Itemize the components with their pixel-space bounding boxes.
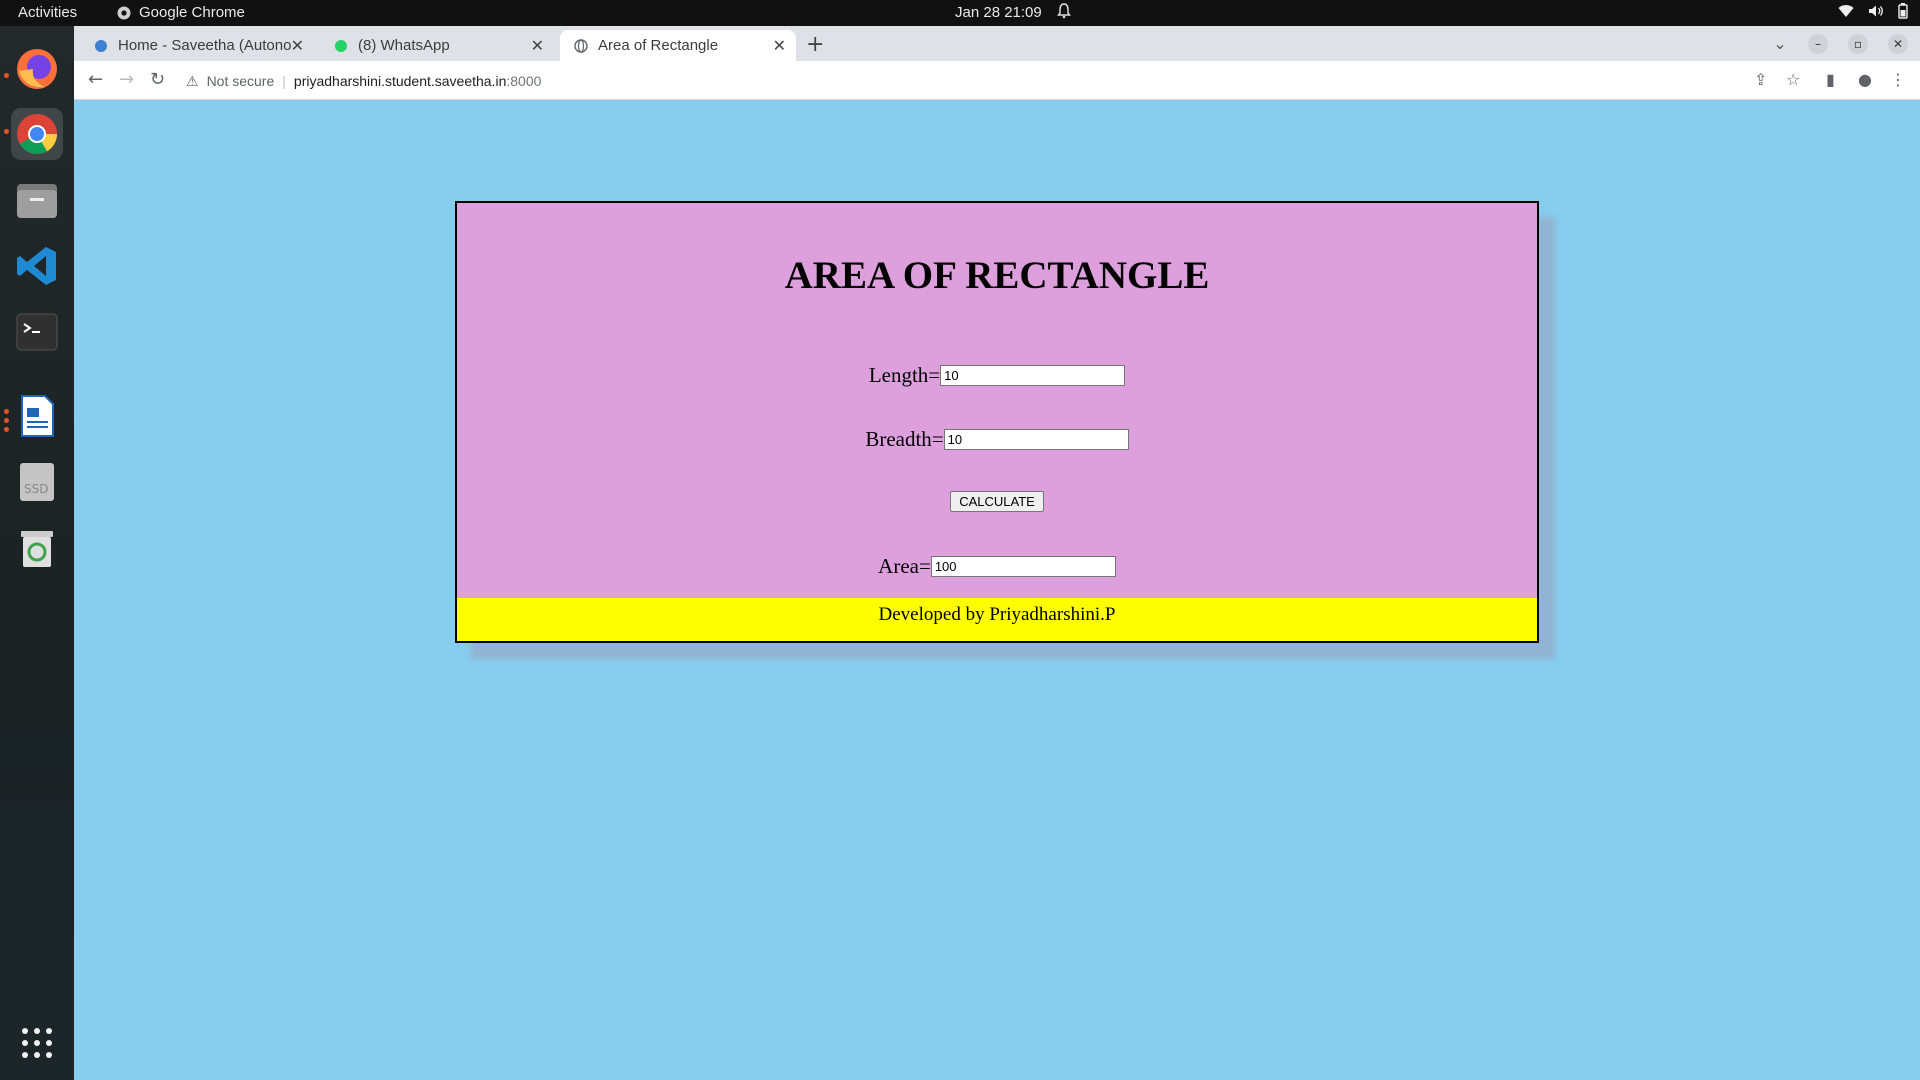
- not-secure-warning-icon: ⚠: [186, 72, 199, 89]
- notification-bell-icon: [1057, 3, 1071, 23]
- calculate-button[interactable]: CALCULATE: [950, 491, 1044, 512]
- maximize-button[interactable]: ▫: [1848, 34, 1868, 54]
- terminal-icon[interactable]: [11, 306, 63, 358]
- favicon-saveetha-icon: [95, 39, 107, 52]
- tab-area-of-rectangle[interactable]: Area of Rectangle ✕: [560, 30, 796, 61]
- browser-window: Home - Saveetha (Autono ✕ (8) WhatsApp ✕…: [74, 26, 1920, 1080]
- length-label: Length=: [868, 363, 941, 387]
- breadth-input[interactable]: [943, 429, 1129, 450]
- breadth-row: Breadth=: [457, 427, 1537, 452]
- tab-whatsapp[interactable]: (8) WhatsApp ✕: [320, 30, 554, 61]
- profile-avatar-icon[interactable]: ●: [1858, 70, 1872, 89]
- footer-credit: Developed by Priyadharshini.P: [457, 598, 1537, 641]
- url-host: priyadharshini.student.saveetha.in: [293, 73, 507, 89]
- tab-saveetha-home[interactable]: Home - Saveetha (Autono ✕: [80, 30, 314, 61]
- ssd-drive-icon[interactable]: SSD: [11, 456, 63, 508]
- svg-text:SSD: SSD: [24, 482, 48, 496]
- address-separator: |: [282, 73, 286, 89]
- menu-kebab-icon[interactable]: ⋮: [1890, 70, 1906, 89]
- area-row: Area=: [457, 554, 1537, 579]
- writer-icon[interactable]: [11, 390, 63, 442]
- activities-button[interactable]: Activities: [18, 4, 77, 21]
- page-viewport: AREA OF RECTANGLE Length= Breadth= CALCU…: [74, 100, 1920, 1080]
- address-bar[interactable]: ⚠ Not secure | priyadharshini.student.sa…: [186, 68, 541, 94]
- app-name: Google Chrome: [139, 4, 245, 21]
- wifi-icon: [1838, 5, 1854, 18]
- browser-toolbar: ← → ↻ ⚠ Not secure | priyadharshini.stud…: [74, 61, 1920, 100]
- forward-button[interactable]: →: [119, 69, 134, 90]
- side-panel-icon[interactable]: ▮: [1826, 70, 1835, 89]
- length-row: Length=: [457, 363, 1537, 388]
- share-icon[interactable]: ⇪: [1754, 70, 1767, 89]
- breadth-label: Breadth=: [865, 427, 944, 451]
- minimize-button[interactable]: –: [1808, 34, 1828, 54]
- running-indicator: [4, 129, 9, 134]
- reload-button[interactable]: ↻: [150, 69, 165, 90]
- security-label: Not secure: [206, 73, 275, 89]
- tab-strip: Home - Saveetha (Autono ✕ (8) WhatsApp ✕…: [74, 26, 1920, 61]
- tab-close-icon[interactable]: ✕: [291, 36, 304, 56]
- running-indicator: [4, 427, 9, 432]
- running-indicator: [4, 409, 9, 414]
- trash-icon[interactable]: [11, 522, 63, 574]
- back-button[interactable]: ←: [88, 69, 103, 90]
- favicon-globe-icon: [574, 38, 588, 53]
- dock: SSD: [0, 26, 74, 1080]
- files-icon[interactable]: [11, 174, 63, 226]
- calculator-card: AREA OF RECTANGLE Length= Breadth= CALCU…: [455, 201, 1539, 643]
- area-label: Area=: [878, 554, 931, 578]
- page-heading: AREA OF RECTANGLE: [784, 254, 1210, 297]
- system-top-bar: Activities Google Chrome Jan 28 21:09: [0, 0, 1920, 26]
- battery-icon: [1898, 3, 1908, 19]
- chrome-icon[interactable]: [11, 108, 63, 160]
- vscode-icon[interactable]: [11, 240, 63, 292]
- button-row: CALCULATE: [457, 491, 1537, 512]
- chrome-icon: [117, 6, 131, 19]
- running-indicator: [4, 418, 9, 423]
- favicon-whatsapp-icon: [335, 39, 347, 52]
- length-input[interactable]: [940, 365, 1126, 386]
- close-window-button[interactable]: ✕: [1888, 34, 1908, 54]
- new-tab-button[interactable]: +: [806, 32, 824, 57]
- system-tray[interactable]: [1838, 3, 1908, 19]
- app-menu[interactable]: Google Chrome: [117, 4, 245, 21]
- running-indicator: [4, 73, 9, 78]
- tab-search-icon[interactable]: ⌄: [1770, 34, 1790, 54]
- firefox-icon[interactable]: [11, 43, 63, 95]
- app-grid-icon[interactable]: [11, 1017, 63, 1069]
- tab-close-icon[interactable]: ✕: [531, 36, 544, 56]
- url-port: :8000: [506, 73, 542, 89]
- volume-icon: [1869, 5, 1883, 17]
- area-output[interactable]: [930, 556, 1116, 577]
- bookmark-star-icon[interactable]: ☆: [1786, 70, 1800, 89]
- tab-close-icon[interactable]: ✕: [773, 36, 786, 56]
- clock[interactable]: Jan 28 21:09: [955, 4, 1042, 21]
